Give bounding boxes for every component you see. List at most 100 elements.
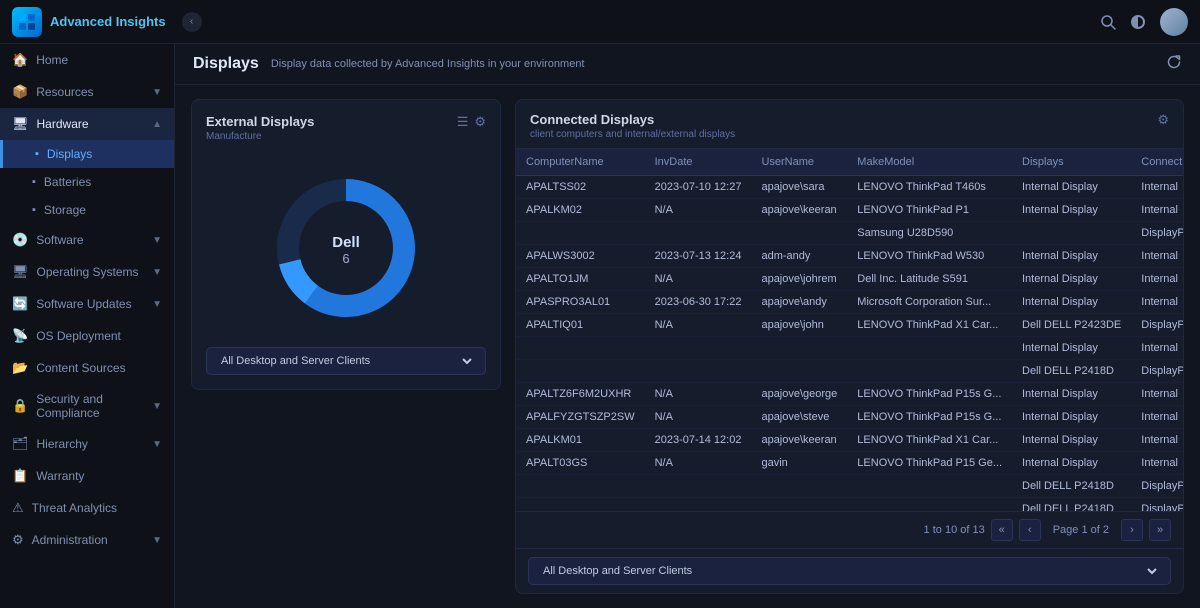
- cell-7-4: Internal Display: [1012, 337, 1131, 360]
- sidebar-item-software-updates[interactable]: 🔄 Software Updates ▼: [0, 288, 174, 320]
- sidebar-item-administration[interactable]: ⚙ Administration ▼: [0, 524, 174, 556]
- pagination-last-button[interactable]: »: [1149, 519, 1171, 541]
- cell-6-2: apajove\john: [751, 314, 847, 337]
- external-displays-filter[interactable]: All Desktop and Server Clients Desktops …: [206, 347, 486, 375]
- cell-1-3: LENOVO ThinkPad P1: [847, 199, 1012, 222]
- pagination-first-button[interactable]: «: [991, 519, 1013, 541]
- cell-13-1: [645, 475, 752, 498]
- cell-0-0: APALTSS02: [516, 176, 645, 199]
- table-row: APALT03GSN/AgavinLENOVO ThinkPad P15 Ge.…: [516, 452, 1183, 475]
- home-icon: 🏠: [12, 52, 28, 68]
- connected-displays-settings-button[interactable]: ⚙: [1157, 112, 1169, 128]
- sidebar-item-resources[interactable]: 📦 Resources ▼: [0, 76, 174, 108]
- cell-3-1: 2023-07-13 12:24: [645, 245, 752, 268]
- sidebar-item-operating-systems[interactable]: 🖥 Operating Systems ▼: [0, 256, 174, 288]
- cell-12-1: N/A: [645, 452, 752, 475]
- sidebar-content-sources-label: Content Sources: [36, 361, 162, 375]
- cell-4-0: APALTO1JM: [516, 268, 645, 291]
- pagination-next-button[interactable]: ›: [1121, 519, 1143, 541]
- cell-6-5: DisplayPort (external): [1131, 314, 1183, 337]
- table-row: Samsung U28D590DisplayPort (external): [516, 222, 1183, 245]
- cell-0-1: 2023-07-10 12:27: [645, 176, 752, 199]
- table-row: APALTO1JMN/Aapajove\johremDell Inc. Lati…: [516, 268, 1183, 291]
- sidebar-item-threat-analytics[interactable]: ⚠ Threat Analytics: [0, 492, 174, 524]
- cell-11-0: APALKM01: [516, 429, 645, 452]
- cell-2-2: [751, 222, 847, 245]
- sidebar-warranty-label: Warranty: [36, 469, 162, 483]
- table-row: Dell DELL P2418DDisplayPort (external): [516, 475, 1183, 498]
- cell-14-1: [645, 498, 752, 512]
- hardware-chevron-icon: ▲: [152, 119, 162, 130]
- external-displays-title: External Displays: [206, 114, 314, 129]
- cell-2-0: [516, 222, 645, 245]
- cell-12-3: LENOVO ThinkPad P15 Ge...: [847, 452, 1012, 475]
- sidebar-storage-label: Storage: [44, 203, 162, 217]
- connected-displays-table: ComputerName InvDate UserName MakeModel …: [516, 149, 1183, 511]
- cell-0-3: LENOVO ThinkPad T460s: [847, 176, 1012, 199]
- cell-12-4: Internal Display: [1012, 452, 1131, 475]
- avatar[interactable]: [1160, 8, 1188, 36]
- sidebar-item-batteries[interactable]: ▪ Batteries: [0, 168, 174, 196]
- cell-7-5: Internal: [1131, 337, 1183, 360]
- donut-svg: [266, 168, 426, 328]
- cell-1-4: Internal Display: [1012, 199, 1131, 222]
- connected-displays-filter-select[interactable]: All Desktop and Server Clients Desktops …: [539, 564, 1160, 578]
- sidebar-item-security[interactable]: 🔒 Security and Compliance ▼: [0, 384, 174, 428]
- cell-5-5: Internal: [1131, 291, 1183, 314]
- sidebar-item-software[interactable]: 💿 Software ▼: [0, 224, 174, 256]
- settings-button[interactable]: ⚙: [474, 114, 486, 130]
- sidebar-item-displays[interactable]: ▪ Displays: [0, 140, 174, 168]
- table-row: APALTZ6F6M2UXHRN/Aapajove\georgeLENOVO T…: [516, 383, 1183, 406]
- sidebar-item-hierarchy[interactable]: 🗂 Hierarchy ▼: [0, 428, 174, 460]
- connected-displays-filter[interactable]: All Desktop and Server Clients Desktops …: [528, 557, 1171, 585]
- cell-7-3: [847, 337, 1012, 360]
- sidebar-item-home[interactable]: 🏠 Home: [0, 44, 174, 76]
- external-displays-card: External Displays Manufacture ☰ ⚙: [191, 99, 501, 390]
- external-displays-actions: ☰ ⚙: [457, 114, 486, 130]
- sidebar-item-os-deployment[interactable]: 📡 OS Deployment: [0, 320, 174, 352]
- list-view-button[interactable]: ☰: [457, 114, 469, 130]
- sidebar-item-hardware[interactable]: 🖥 Hardware ▲: [0, 108, 174, 140]
- software-chevron-icon: ▼: [152, 235, 162, 246]
- storage-icon: ▪: [32, 204, 36, 216]
- table-row: APALFYZGTSZP2SWN/Aapajove\steveLENOVO Th…: [516, 406, 1183, 429]
- refresh-button[interactable]: [1166, 54, 1182, 74]
- sidebar-threat-label: Threat Analytics: [32, 501, 162, 515]
- col-invdate: InvDate: [645, 149, 752, 176]
- theme-toggle-button[interactable]: [1130, 14, 1146, 30]
- search-button[interactable]: [1100, 14, 1116, 30]
- sidebar-item-warranty[interactable]: 📋 Warranty: [0, 460, 174, 492]
- content-sources-icon: 📂: [12, 360, 28, 376]
- cell-12-5: Internal: [1131, 452, 1183, 475]
- cell-5-0: APASPRO3AL01: [516, 291, 645, 314]
- sidebar-item-content-sources[interactable]: 📂 Content Sources: [0, 352, 174, 384]
- admin-chevron-icon: ▼: [152, 535, 162, 546]
- cell-0-4: Internal Display: [1012, 176, 1131, 199]
- cell-5-1: 2023-06-30 17:22: [645, 291, 752, 314]
- cell-6-1: N/A: [645, 314, 752, 337]
- table-body: APALTSS022023-07-10 12:27apajove\saraLEN…: [516, 176, 1183, 512]
- cell-3-2: adm-andy: [751, 245, 847, 268]
- cell-11-4: Internal Display: [1012, 429, 1131, 452]
- col-username: UserName: [751, 149, 847, 176]
- external-displays-filter-select[interactable]: All Desktop and Server Clients Desktops …: [217, 354, 475, 368]
- pagination-info: 1 to 10 of 13: [528, 524, 985, 536]
- cell-10-1: N/A: [645, 406, 752, 429]
- cell-14-4: Dell DELL P2418D: [1012, 498, 1131, 512]
- cell-10-5: Internal: [1131, 406, 1183, 429]
- admin-icon: ⚙: [12, 532, 24, 548]
- main-layout: 🏠 Home 📦 Resources ▼ 🖥 Hardware ▲ ▪ Disp…: [0, 44, 1200, 608]
- top-nav: Advanced Insights ‹: [0, 0, 1200, 44]
- cell-13-4: Dell DELL P2418D: [1012, 475, 1131, 498]
- donut-chart: Dell 6: [266, 168, 426, 331]
- os-chevron-icon: ▼: [152, 267, 162, 278]
- cell-8-1: [645, 360, 752, 383]
- connected-displays-footer: All Desktop and Server Clients Desktops …: [516, 548, 1183, 593]
- cell-8-5: DisplayPort (external): [1131, 360, 1183, 383]
- pagination-prev-button[interactable]: ‹: [1019, 519, 1041, 541]
- sidebar-collapse-button[interactable]: ‹: [182, 12, 202, 32]
- sidebar-item-storage[interactable]: ▪ Storage: [0, 196, 174, 224]
- cell-11-5: Internal: [1131, 429, 1183, 452]
- cell-3-0: APALWS3002: [516, 245, 645, 268]
- page-title: Displays: [193, 55, 259, 73]
